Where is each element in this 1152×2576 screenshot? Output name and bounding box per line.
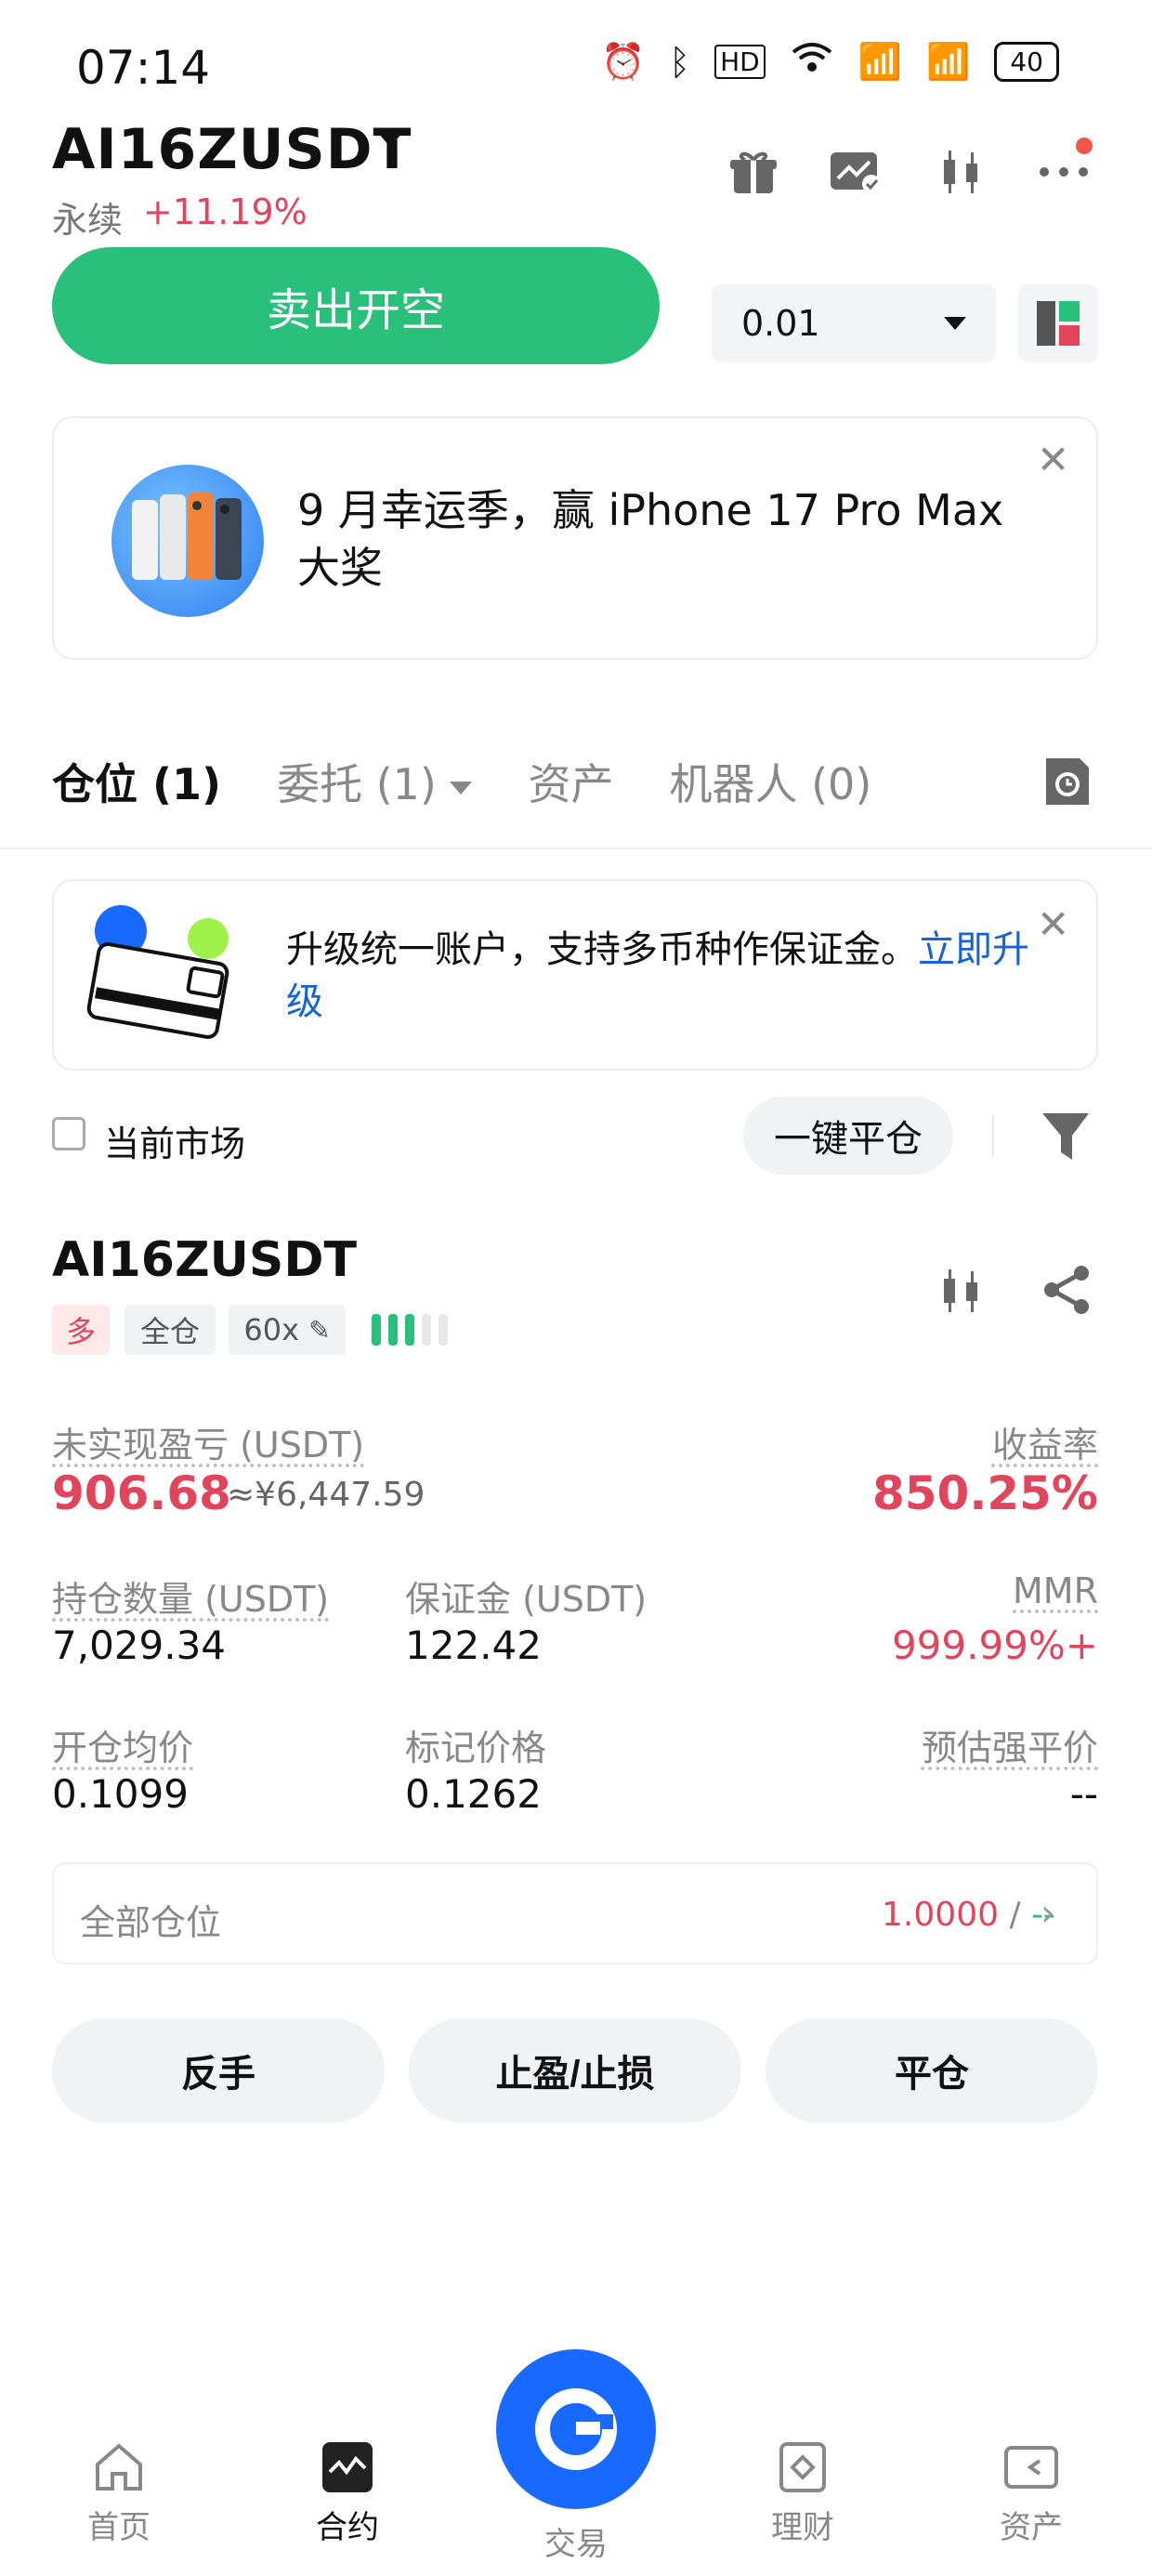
nav-home[interactable]: 首页 (45, 2440, 193, 2547)
futures-icon (322, 2442, 373, 2492)
liq-price-value: -- (1069, 1771, 1098, 1817)
tab-bots[interactable]: 机器人 (0) (669, 751, 871, 812)
risk-level-indicator (372, 1314, 448, 1346)
gift-icon[interactable] (727, 145, 780, 199)
divider (992, 1115, 994, 1156)
alarm-icon: ⏰ (600, 41, 646, 82)
bluetooth-icon: ᛒ (669, 41, 691, 83)
risk-bar (388, 1314, 398, 1346)
sell-short-button[interactable]: 卖出开空 (52, 247, 660, 364)
wifi-icon (790, 41, 834, 83)
tab-orders-label: 委托 (1) (277, 759, 437, 809)
reverse-button[interactable]: 反手 (52, 2018, 385, 2123)
close-position-button[interactable]: 平仓 (766, 2018, 1098, 2123)
tabs-divider (0, 848, 1152, 849)
unrealized-pnl-label[interactable]: 未实现盈亏 (USDT) (52, 1416, 364, 1467)
quantity-value: 0.01 (741, 303, 820, 344)
liq-price-label[interactable]: 预估强平价 (922, 1719, 1098, 1770)
nav-futures-label: 合约 (316, 2509, 379, 2546)
mmr-label[interactable]: MMR (1013, 1571, 1098, 1611)
home-icon (96, 2443, 142, 2491)
all-positions-values: 1.0000 / -- (882, 1896, 1055, 1934)
filter-icon[interactable] (1041, 1110, 1091, 1167)
trade-button[interactable] (496, 2349, 656, 2509)
status-time: 07:14 (76, 41, 211, 95)
pair-dropdown-icon[interactable] (377, 132, 403, 147)
risk-bar (405, 1314, 414, 1346)
side-badge: 多 (52, 1305, 110, 1355)
nav-trade-label: 交易 (544, 2526, 608, 2563)
battery-icon: 40 (994, 42, 1059, 82)
margin-mode-badge: 全仓 (124, 1305, 216, 1355)
position-tabs: 仓位 (1) 委托 (1) 资产 机器人 (0) (52, 751, 871, 812)
edit-icon: ✎ (308, 1314, 331, 1346)
unrealized-pnl-cny: ≈¥6,447.59 (227, 1476, 425, 1514)
nav-earn-label: 理财 (771, 2509, 834, 2546)
nav-home-label: 首页 (87, 2509, 151, 2546)
roe-value: 850.25% (871, 1466, 1098, 1520)
margin-label: 保证金 (USDT) (405, 1579, 648, 1620)
mark-price-value: 0.1262 (405, 1771, 542, 1817)
status-icons: ⏰ ᛒ HD 📶 📶 40 (601, 41, 1059, 83)
banner-text: 9 月幸运季，赢 iPhone 17 Pro Max 大奖 (297, 485, 1004, 593)
wallet-nav-icon (1004, 2446, 1058, 2489)
price-change: +11.19% (143, 191, 308, 232)
promo-message: 升级统一账户，支持多币种作保证金。 (286, 928, 918, 971)
nav-assets[interactable]: 资产 (957, 2440, 1106, 2547)
pair-title[interactable]: AI16ZUSDT (52, 117, 412, 182)
nav-futures[interactable]: 合约 (273, 2440, 422, 2547)
contract-type: 永续 (52, 200, 124, 241)
promo-text: 升级统一账户，支持多币种作保证金。立即升级 (286, 924, 1048, 1028)
close-all-button[interactable]: 一键平仓 (743, 1097, 953, 1175)
wallet-icon (85, 901, 243, 1054)
position-size-label[interactable]: 持仓数量 (USDT) (52, 1571, 329, 1622)
position-symbol: AI16ZUSDT (52, 1232, 357, 1288)
leverage-badge[interactable]: 60x ✎ (229, 1305, 346, 1355)
share-icon[interactable] (1041, 1264, 1093, 1320)
notification-dot (1076, 138, 1093, 154)
all-positions-label: 全部仓位 (80, 1902, 222, 1943)
signal-icon: 📶 (857, 41, 903, 82)
tab-orders[interactable]: 委托 (1) (277, 751, 473, 812)
tpsl-button[interactable]: 止盈/止损 (409, 2018, 741, 2123)
signal-icon-2: 📶 (926, 41, 971, 82)
risk-bar (372, 1314, 381, 1346)
candlestick-icon[interactable] (936, 1266, 987, 1320)
trade-icon (535, 2388, 617, 2470)
position-size-value: 7,029.34 (52, 1623, 227, 1668)
mmr-value: 999.99%+ (891, 1623, 1098, 1668)
close-icon[interactable]: ✕ (1037, 437, 1069, 482)
current-market-checkbox[interactable] (52, 1117, 85, 1150)
unrealized-pnl-value: 906.68 (52, 1466, 231, 1520)
tab-assets[interactable]: 资产 (528, 751, 613, 812)
tab-positions[interactable]: 仓位 (1) (52, 751, 221, 812)
candlestick-icon[interactable] (935, 145, 988, 199)
layout-toggle-button[interactable] (1018, 284, 1098, 362)
chevron-right-icon: › (1041, 1892, 1055, 1935)
roe-label[interactable]: 收益率 (992, 1416, 1098, 1467)
chevron-down-icon (450, 781, 473, 795)
hd-icon: HD (714, 45, 766, 79)
leverage-value: 60x (243, 1312, 299, 1347)
all-positions-value: 1.0000 (882, 1896, 999, 1934)
mark-price-label: 标记价格 (405, 1728, 547, 1768)
separator: / (999, 1896, 1032, 1934)
close-icon[interactable]: ✕ (1037, 901, 1069, 947)
risk-bar (422, 1314, 431, 1346)
chart-check-icon[interactable] (829, 145, 883, 199)
chevron-down-icon (944, 317, 966, 330)
entry-price-label[interactable]: 开仓均价 (52, 1719, 193, 1770)
earn-icon (779, 2442, 826, 2492)
history-icon[interactable] (1042, 755, 1093, 812)
current-market-label: 当前市场 (104, 1124, 246, 1164)
risk-bar (439, 1314, 448, 1346)
nav-earn[interactable]: 理财 (728, 2440, 877, 2547)
margin-value: 122.42 (405, 1623, 542, 1668)
nav-assets-label: 资产 (1000, 2509, 1063, 2546)
entry-price-value: 0.1099 (52, 1771, 189, 1817)
iphone-image (111, 465, 264, 617)
quantity-select[interactable]: 0.01 (712, 284, 996, 362)
